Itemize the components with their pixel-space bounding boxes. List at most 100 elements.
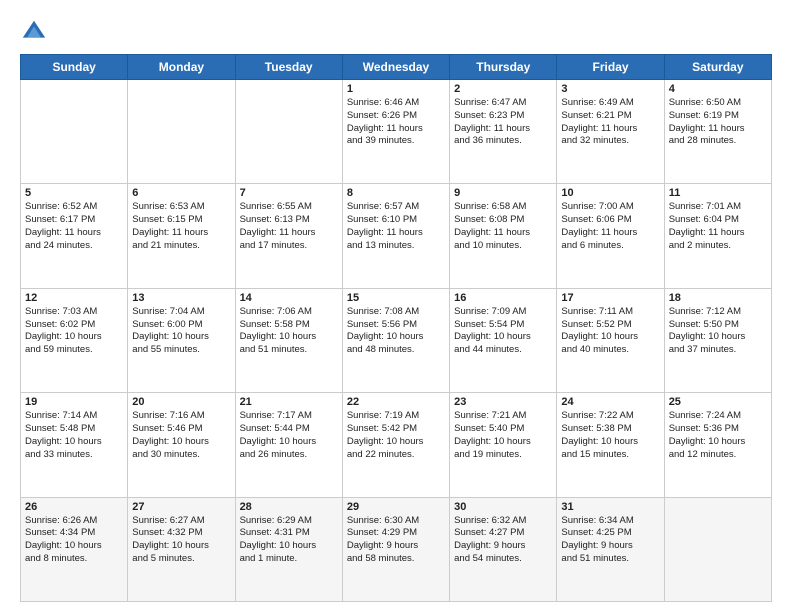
day-number: 7 bbox=[240, 187, 338, 199]
weekday-header-wednesday: Wednesday bbox=[342, 55, 449, 80]
weekday-header-friday: Friday bbox=[557, 55, 664, 80]
calendar-cell: 28Sunrise: 6:29 AM Sunset: 4:31 PM Dayli… bbox=[235, 497, 342, 601]
day-number: 21 bbox=[240, 396, 338, 408]
weekday-header-saturday: Saturday bbox=[664, 55, 771, 80]
day-number: 3 bbox=[561, 83, 659, 95]
day-content: Sunrise: 7:14 AM Sunset: 5:48 PM Dayligh… bbox=[25, 410, 123, 461]
day-content: Sunrise: 6:49 AM Sunset: 6:21 PM Dayligh… bbox=[561, 97, 659, 148]
calendar-cell: 4Sunrise: 6:50 AM Sunset: 6:19 PM Daylig… bbox=[664, 80, 771, 184]
weekday-header-sunday: Sunday bbox=[21, 55, 128, 80]
day-content: Sunrise: 7:17 AM Sunset: 5:44 PM Dayligh… bbox=[240, 410, 338, 461]
calendar-cell bbox=[664, 497, 771, 601]
day-content: Sunrise: 6:27 AM Sunset: 4:32 PM Dayligh… bbox=[132, 515, 230, 566]
calendar-cell: 14 Sunrise: 7:06 AM Sunset: 5:58 PM Dayli… bbox=[235, 288, 342, 392]
calendar-cell: 7 Sunrise: 6:55 AM Sunset: 6:13 PM Daylig… bbox=[235, 184, 342, 288]
calendar-cell: 26 Sunrise: 6:26 AM Sunset: 4:34 PM Dayli… bbox=[21, 497, 128, 601]
logo-icon bbox=[20, 18, 48, 46]
week-row-2: 12 Sunrise: 7:03 AM Sunset: 6:02 PM Dayli… bbox=[21, 288, 772, 392]
calendar-cell bbox=[128, 80, 235, 184]
day-content: Sunrise: 6:58 AM Sunset: 6:08 PM Dayligh… bbox=[454, 201, 552, 252]
calendar-cell: 15Sunrise: 7:08 AM Sunset: 5:56 PM Dayli… bbox=[342, 288, 449, 392]
day-number: 10 bbox=[561, 187, 659, 199]
day-number: 11 bbox=[669, 187, 767, 199]
day-number: 19 bbox=[25, 396, 123, 408]
day-content: Sunrise: 6:46 AM Sunset: 6:26 PM Dayligh… bbox=[347, 97, 445, 148]
day-number: 13 bbox=[132, 292, 230, 304]
day-number: 27 bbox=[132, 501, 230, 513]
day-content: Sunrise: 6:53 AM Sunset: 6:15 PM Dayligh… bbox=[132, 201, 230, 252]
day-number: 26 bbox=[25, 501, 123, 513]
day-number: 9 bbox=[454, 187, 552, 199]
day-content: Sunrise: 7:06 AM Sunset: 5:58 PM Dayligh… bbox=[240, 306, 338, 357]
weekday-header-monday: Monday bbox=[128, 55, 235, 80]
calendar-cell: 21 Sunrise: 7:17 AM Sunset: 5:44 PM Dayli… bbox=[235, 393, 342, 497]
calendar-cell: 5Sunrise: 6:52 AM Sunset: 6:17 PM Daylig… bbox=[21, 184, 128, 288]
day-content: Sunrise: 7:03 AM Sunset: 6:02 PM Dayligh… bbox=[25, 306, 123, 357]
calendar-cell: 27 Sunrise: 6:27 AM Sunset: 4:32 PM Dayli… bbox=[128, 497, 235, 601]
calendar-cell: 12 Sunrise: 7:03 AM Sunset: 6:02 PM Dayli… bbox=[21, 288, 128, 392]
week-row-0: 1Sunrise: 6:46 AM Sunset: 6:26 PM Daylig… bbox=[21, 80, 772, 184]
calendar-cell: 25 Sunrise: 7:24 AM Sunset: 5:36 PM Dayli… bbox=[664, 393, 771, 497]
calendar-cell: 29Sunrise: 6:30 AM Sunset: 4:29 PM Dayli… bbox=[342, 497, 449, 601]
calendar-table: SundayMondayTuesdayWednesdayThursdayFrid… bbox=[20, 54, 772, 602]
day-number: 20 bbox=[132, 396, 230, 408]
day-content: Sunrise: 6:50 AM Sunset: 6:19 PM Dayligh… bbox=[669, 97, 767, 148]
week-row-3: 19 Sunrise: 7:14 AM Sunset: 5:48 PM Dayli… bbox=[21, 393, 772, 497]
day-content: Sunrise: 7:19 AM Sunset: 5:42 PM Dayligh… bbox=[347, 410, 445, 461]
calendar-cell: 13 Sunrise: 7:04 AM Sunset: 6:00 PM Dayli… bbox=[128, 288, 235, 392]
calendar-cell: 3 Sunrise: 6:49 AM Sunset: 6:21 PM Daylig… bbox=[557, 80, 664, 184]
calendar-cell: 22 Sunrise: 7:19 AM Sunset: 5:42 PM Dayli… bbox=[342, 393, 449, 497]
calendar-cell: 9 Sunrise: 6:58 AM Sunset: 6:08 PM Daylig… bbox=[450, 184, 557, 288]
calendar-cell bbox=[235, 80, 342, 184]
calendar-cell: 17Sunrise: 7:11 AM Sunset: 5:52 PM Dayli… bbox=[557, 288, 664, 392]
header bbox=[20, 18, 772, 46]
calendar-cell: 8 Sunrise: 6:57 AM Sunset: 6:10 PM Daylig… bbox=[342, 184, 449, 288]
day-number: 17 bbox=[561, 292, 659, 304]
day-content: Sunrise: 7:09 AM Sunset: 5:54 PM Dayligh… bbox=[454, 306, 552, 357]
calendar-cell: 1Sunrise: 6:46 AM Sunset: 6:26 PM Daylig… bbox=[342, 80, 449, 184]
weekday-header-thursday: Thursday bbox=[450, 55, 557, 80]
day-number: 23 bbox=[454, 396, 552, 408]
week-row-4: 26 Sunrise: 6:26 AM Sunset: 4:34 PM Dayli… bbox=[21, 497, 772, 601]
weekday-header-row: SundayMondayTuesdayWednesdayThursdayFrid… bbox=[21, 55, 772, 80]
day-content: Sunrise: 7:04 AM Sunset: 6:00 PM Dayligh… bbox=[132, 306, 230, 357]
day-content: Sunrise: 6:47 AM Sunset: 6:23 PM Dayligh… bbox=[454, 97, 552, 148]
day-content: Sunrise: 6:57 AM Sunset: 6:10 PM Dayligh… bbox=[347, 201, 445, 252]
day-number: 31 bbox=[561, 501, 659, 513]
calendar-cell: 19 Sunrise: 7:14 AM Sunset: 5:48 PM Dayli… bbox=[21, 393, 128, 497]
day-number: 12 bbox=[25, 292, 123, 304]
day-number: 8 bbox=[347, 187, 445, 199]
day-content: Sunrise: 7:24 AM Sunset: 5:36 PM Dayligh… bbox=[669, 410, 767, 461]
day-number: 25 bbox=[669, 396, 767, 408]
day-number: 14 bbox=[240, 292, 338, 304]
day-number: 29 bbox=[347, 501, 445, 513]
day-number: 30 bbox=[454, 501, 552, 513]
calendar-cell: 23Sunrise: 7:21 AM Sunset: 5:40 PM Dayli… bbox=[450, 393, 557, 497]
day-content: Sunrise: 6:26 AM Sunset: 4:34 PM Dayligh… bbox=[25, 515, 123, 566]
day-number: 18 bbox=[669, 292, 767, 304]
calendar-cell: 31 Sunrise: 6:34 AM Sunset: 4:25 PM Dayli… bbox=[557, 497, 664, 601]
day-content: Sunrise: 6:29 AM Sunset: 4:31 PM Dayligh… bbox=[240, 515, 338, 566]
calendar-cell: 2 Sunrise: 6:47 AM Sunset: 6:23 PM Daylig… bbox=[450, 80, 557, 184]
page: SundayMondayTuesdayWednesdayThursdayFrid… bbox=[0, 0, 792, 612]
day-number: 15 bbox=[347, 292, 445, 304]
calendar-cell: 11 Sunrise: 7:01 AM Sunset: 6:04 PM Dayli… bbox=[664, 184, 771, 288]
day-content: Sunrise: 7:01 AM Sunset: 6:04 PM Dayligh… bbox=[669, 201, 767, 252]
day-content: Sunrise: 6:34 AM Sunset: 4:25 PM Dayligh… bbox=[561, 515, 659, 566]
week-row-1: 5Sunrise: 6:52 AM Sunset: 6:17 PM Daylig… bbox=[21, 184, 772, 288]
calendar-cell: 20 Sunrise: 7:16 AM Sunset: 5:46 PM Dayli… bbox=[128, 393, 235, 497]
day-number: 22 bbox=[347, 396, 445, 408]
calendar-cell: 6Sunrise: 6:53 AM Sunset: 6:15 PM Daylig… bbox=[128, 184, 235, 288]
day-content: Sunrise: 7:22 AM Sunset: 5:38 PM Dayligh… bbox=[561, 410, 659, 461]
day-content: Sunrise: 7:16 AM Sunset: 5:46 PM Dayligh… bbox=[132, 410, 230, 461]
day-content: Sunrise: 6:55 AM Sunset: 6:13 PM Dayligh… bbox=[240, 201, 338, 252]
day-number: 5 bbox=[25, 187, 123, 199]
day-number: 2 bbox=[454, 83, 552, 95]
logo bbox=[20, 18, 52, 46]
day-content: Sunrise: 7:00 AM Sunset: 6:06 PM Dayligh… bbox=[561, 201, 659, 252]
day-number: 16 bbox=[454, 292, 552, 304]
day-content: Sunrise: 6:32 AM Sunset: 4:27 PM Dayligh… bbox=[454, 515, 552, 566]
calendar-cell bbox=[21, 80, 128, 184]
calendar-cell: 18Sunrise: 7:12 AM Sunset: 5:50 PM Dayli… bbox=[664, 288, 771, 392]
calendar-cell: 16 Sunrise: 7:09 AM Sunset: 5:54 PM Dayli… bbox=[450, 288, 557, 392]
